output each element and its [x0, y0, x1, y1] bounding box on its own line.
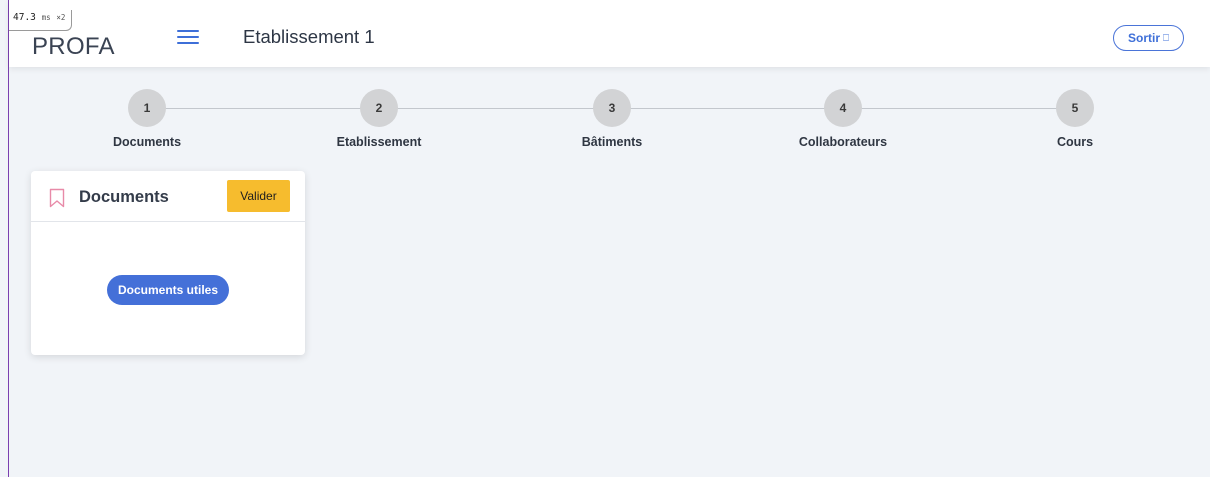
perf-value: 47.3: [13, 12, 36, 23]
step-1-circle[interactable]: 1: [128, 89, 166, 127]
step-1-label: Documents: [112, 135, 182, 149]
step-4-circle[interactable]: 4: [824, 89, 862, 127]
app-root: 47.3 ms ×2 PROFA Etablissement 1 Sortir …: [0, 0, 1210, 477]
left-border: [8, 0, 9, 477]
perf-multiplier: ×2: [56, 13, 66, 22]
step-5-circle[interactable]: 5: [1056, 89, 1094, 127]
bookmark-icon: [49, 188, 65, 208]
step-4-label: Collaborateurs: [798, 135, 888, 149]
documents-card: Documents Valider Documents utiles: [31, 171, 305, 355]
card-header: Documents Valider: [31, 171, 305, 222]
perf-unit: ms: [41, 13, 51, 22]
hamburger-icon[interactable]: [177, 30, 199, 46]
page-title: Etablissement 1: [243, 26, 375, 47]
perf-overlay: 47.3 ms ×2: [9, 10, 73, 31]
card-title: Documents: [79, 188, 169, 206]
step-2-label: Etablissement: [336, 135, 422, 149]
logout-button[interactable]: Sortir ⎕: [1113, 25, 1184, 51]
exit-door-icon: ⎕: [1163, 32, 1169, 44]
app-logo[interactable]: PROFA: [32, 33, 115, 61]
validate-button[interactable]: Valider: [227, 180, 290, 212]
step-3-circle[interactable]: 3: [593, 89, 631, 127]
useful-documents-button[interactable]: Documents utiles: [107, 275, 229, 305]
step-3-label: Bâtiments: [581, 135, 643, 149]
step-5-label: Cours: [1056, 135, 1094, 149]
logout-label: Sortir: [1127, 31, 1160, 45]
step-2-circle[interactable]: 2: [360, 89, 398, 127]
